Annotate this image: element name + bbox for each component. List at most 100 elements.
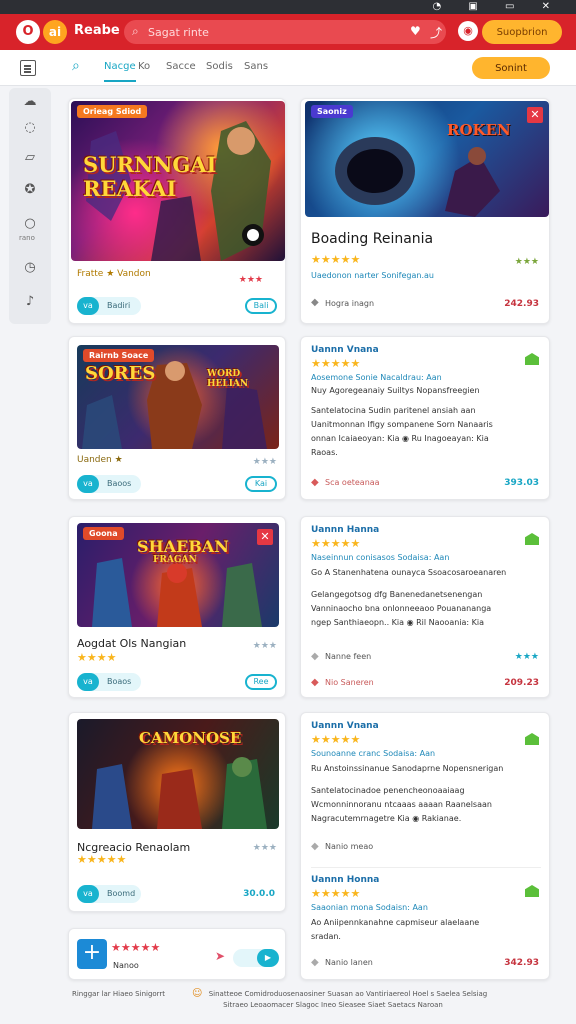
book-icon[interactable]: ▱ — [20, 148, 40, 168]
review-line: Ru Anstoinssinanue Sanodaprne Nopensneri… — [311, 764, 504, 773]
review-line: Raoas. — [311, 448, 338, 457]
featured-title: Boading Reinania — [311, 231, 434, 247]
share-icon[interactable]: ⤴ — [430, 24, 442, 41]
featured-stars: ★★★★★ — [311, 253, 361, 266]
review-foot: Nanio meao — [325, 842, 374, 851]
card-tag: Orieag Sdiod — [77, 105, 148, 118]
tab-bar: ⌕ Nacge Ko Sacce Sodis Sans Sonint — [0, 50, 576, 86]
window-controls[interactable]: ◔ ▣ ▭ ✕ — [432, 1, 562, 12]
rating-stars-secondary: ★★★ — [514, 652, 539, 662]
play-icon: va — [77, 673, 99, 691]
clock-icon[interactable]: ◷ — [20, 258, 40, 278]
rating-stars-secondary: ★★★ — [514, 257, 539, 267]
game-art-2[interactable]: Rairnb Soace SORES WORD HELIAN — [77, 345, 279, 449]
music-icon[interactable]: ♪ — [20, 292, 40, 312]
arrow-icon[interactable]: ➤ — [215, 949, 225, 963]
play-pill[interactable]: ▶ — [233, 949, 279, 967]
featured-art-title: ROKEN — [447, 121, 511, 139]
featured-price: 242.93 — [504, 299, 539, 309]
signin-button[interactable]: Suopbrion — [482, 20, 562, 44]
card-tag: Goona — [83, 527, 124, 540]
rating-stars: ★★★ — [252, 457, 277, 467]
review-card-3[interactable]: Uannn Vnana ★★★★★ Sounoanne cranc Sodais… — [300, 712, 550, 980]
add-icon[interactable]: + — [77, 939, 107, 969]
card-action-button[interactable]: Kai — [245, 476, 277, 492]
chat-icon[interactable]: ◌ — [20, 118, 40, 138]
game-card-2[interactable]: Rairnb Soace SORES WORD HELIAN Uanden ★ … — [68, 336, 286, 500]
review-subtitle: Naseinnun conisasos Sodaisa: Aan — [311, 553, 450, 562]
play-icon: va — [77, 475, 99, 493]
review-card-1[interactable]: Uannn Vnana ★★★★★ Aosemone Sonie Nacaldr… — [300, 336, 550, 500]
close-icon[interactable]: ✕ — [257, 529, 273, 545]
footer-right[interactable]: Sinatteoe Comidroduosenaosiner Suasan ao… — [208, 990, 488, 998]
review-line: Santelatocina Sudin paritenel ansiah aan — [311, 406, 476, 415]
review-line: Ao Aniipennkanahne capmiseur alaelaane — [311, 918, 480, 927]
tab-sodis[interactable]: Sodis — [206, 61, 233, 72]
system-title-bar: ◔ ▣ ▭ ✕ — [0, 0, 576, 14]
tab-sans[interactable]: Sans — [244, 61, 268, 72]
review-subtitle: Aosemone Sonie Nacaldrau: Aan — [311, 373, 442, 382]
featured-foot: Hogra inagn — [325, 299, 375, 308]
tab-search-icon[interactable]: ⌕ — [72, 58, 80, 74]
cart-icon[interactable]: ♥ — [410, 24, 421, 38]
tab-sacce[interactable]: Sacce — [166, 61, 196, 72]
play-pill[interactable]: va Boaos — [77, 673, 141, 691]
account-icon[interactable]: ◉ — [458, 21, 478, 41]
footer-left[interactable]: Ringgar lar Hiaeo Sinigorrt — [72, 990, 165, 998]
game-art-4[interactable]: CAMONOSE — [77, 719, 279, 829]
game-card-1[interactable]: Orieag Sdiod SURNNGAI REAKAI Fratte ★ Va… — [68, 98, 286, 324]
play-pill[interactable]: va Baoos — [77, 475, 141, 493]
app-logo-icon[interactable]: O — [16, 20, 40, 44]
card-meta: Fratte ★ Vandon — [77, 269, 151, 279]
card-action-button[interactable]: Bali — [245, 298, 277, 314]
review-title: Uannn Vnana — [311, 721, 379, 731]
pill-label: Boaos — [107, 677, 132, 686]
play-icon: ▶ — [257, 949, 279, 967]
tag-icon: ◆ — [311, 651, 319, 662]
game-art-title: SHAEBAN — [137, 537, 229, 556]
cloud-icon[interactable]: ☁ — [20, 92, 40, 112]
play-pill[interactable]: va Badiri — [77, 297, 141, 315]
home-badge-icon — [525, 353, 539, 365]
tag-icon: ◆ — [311, 957, 319, 968]
review-stars: ★★★★★ — [311, 357, 361, 370]
search-bar[interactable]: ⌕ ♥ ⤴ — [124, 20, 446, 44]
price-label: 30.0.0 — [243, 889, 275, 899]
gamepad-icon[interactable]: ✪ — [20, 180, 40, 200]
heart-icon[interactable]: ◆ — [311, 477, 319, 488]
close-icon[interactable]: ✕ — [527, 107, 543, 123]
review-card-2[interactable]: Uannn Hanna ★★★★★ Naseinnun conisasos So… — [300, 516, 550, 698]
game-art-1[interactable]: Orieag Sdiod SURNNGAI REAKAI — [71, 101, 285, 261]
review-foot: Nanne feen — [325, 652, 372, 661]
review-stars: ★★★★★ — [311, 887, 361, 900]
menu-icon[interactable] — [20, 60, 36, 76]
featured-art[interactable]: Saoniz ✕ ROKEN — [305, 101, 549, 217]
tab-ko[interactable]: Ko — [138, 61, 150, 72]
search-input[interactable] — [148, 23, 398, 41]
review-line: Uanitmonnan Ifigy sompanene Sorn Nanaari… — [311, 420, 493, 429]
game-card-3[interactable]: Goona ✕ SHAEBAN FRAGAN Aogdat Ols Nangia… — [68, 516, 286, 698]
review-line: Wcmonninnoranu ntcaaas aaaan Raanelsaan — [311, 800, 492, 809]
home-badge-icon — [525, 533, 539, 545]
play-pill[interactable]: va Boomd — [77, 885, 141, 903]
review-foot: Nanio lanen — [325, 958, 373, 967]
pill-label: Badiri — [107, 301, 131, 310]
game-card-4[interactable]: CAMONOSE Ncgreacio Renaolam ★★★★★ ★★★ va… — [68, 712, 286, 912]
card-action-button[interactable]: Ree — [245, 674, 277, 690]
review-line: Santelatocinadoe penencheonoaaiaag — [311, 786, 465, 795]
game-card-5[interactable]: + ★★★★★ Nanoo ➤ ▶ — [68, 928, 286, 980]
rating-stars-secondary: ★★★ — [252, 641, 277, 651]
circle-icon[interactable]: ○ — [20, 214, 40, 234]
review-line: Nuy Agoregeanaiy Suiltys Nopansfreegien — [311, 386, 480, 395]
featured-card[interactable]: Saoniz ✕ ROKEN Boading Reinania ★★★★★ ★★… — [300, 98, 550, 324]
tag-icon: ◆ — [311, 297, 319, 308]
rating-stars: ★★★★★ — [77, 853, 127, 866]
home-badge-icon — [525, 733, 539, 745]
tab-cta-button[interactable]: Sonint — [472, 57, 550, 79]
game-art-title: SURNNGAI REAKAI — [83, 152, 217, 201]
game-art-3[interactable]: Goona ✕ SHAEBAN FRAGAN — [77, 523, 279, 627]
heart-icon[interactable]: ◆ — [311, 677, 319, 688]
secondary-logo-icon[interactable]: ai — [43, 20, 67, 44]
tab-nacge[interactable]: Nacge — [104, 61, 136, 82]
pill-label: Baoos — [107, 479, 132, 488]
